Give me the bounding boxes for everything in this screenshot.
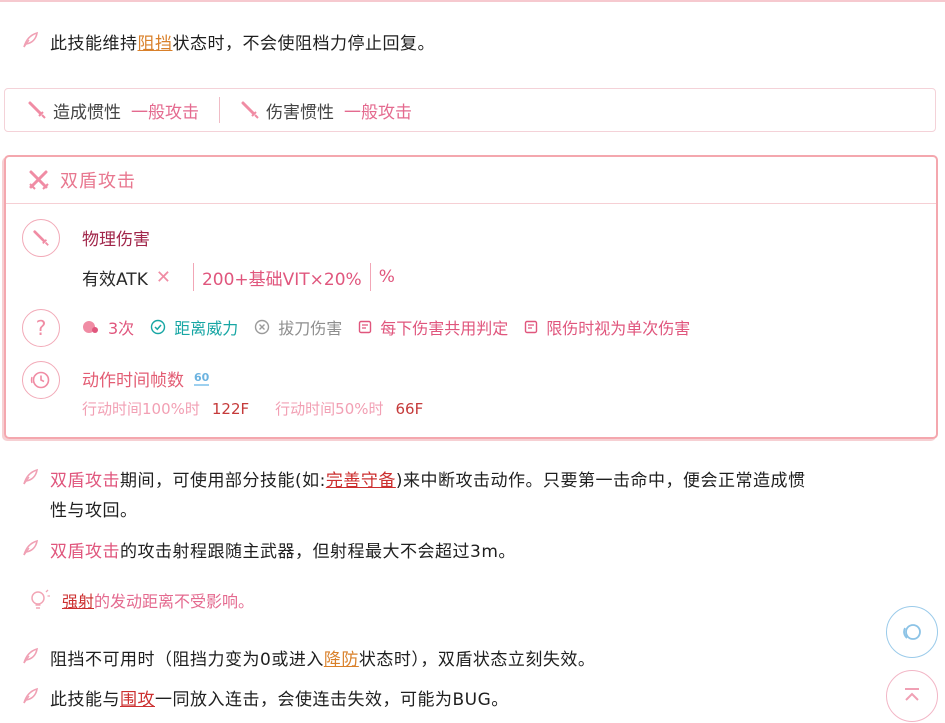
damage-inertia-value: 一般攻击 <box>344 102 412 123</box>
note-text-segment: 此技能维持 <box>50 34 138 54</box>
flag-distance-power: 距离威力 <box>150 315 238 339</box>
note-text-segment: 一同放入连击，会使连击失效，可能为BUG。 <box>155 690 509 710</box>
question-icon-circle: ? <box>22 309 60 347</box>
leaf-icon <box>23 468 38 485</box>
loop-button[interactable] <box>886 606 938 658</box>
cause-inertia-value: 一般攻击 <box>131 102 199 123</box>
divider <box>192 263 194 291</box>
flag-hits: 3次 <box>82 315 134 339</box>
atk-mark: ✕ <box>155 266 171 288</box>
link-def-down[interactable]: 降防 <box>324 650 359 670</box>
doc-icon <box>524 320 538 334</box>
note-text-segment: 性与攻回。 <box>50 501 138 521</box>
leaf-icon <box>23 647 38 664</box>
hits-count: 3次 <box>108 319 135 338</box>
skill-ref: 双盾攻击 <box>50 542 120 562</box>
crossed-swords-icon <box>29 170 49 190</box>
inertia-divider <box>219 97 220 123</box>
question-icon: ? <box>35 316 47 340</box>
note-text-segment: 期间，可使用部分技能(如: <box>120 471 326 491</box>
skill-card: 双盾攻击 物理伤害 有效ATK ✕ 200+基础VIT×20% % ? 3次 距… <box>4 155 938 439</box>
skill-ref: 双盾攻击 <box>50 471 120 491</box>
tip-text: 强射的发动距离不受影响。 <box>62 588 254 612</box>
damage-type: 物理伤害 <box>82 230 150 250</box>
doc-icon <box>358 320 372 334</box>
divider <box>369 263 371 291</box>
timer-icon-circle <box>22 361 60 399</box>
sword-icon <box>28 101 46 119</box>
sword-icon <box>33 230 49 246</box>
note-text: 阻挡不可用时（阻挡力变为0或进入降防状态时），双盾状态立刻失效。 <box>50 645 595 675</box>
frames-label-100: 行动时间100%时 <box>82 400 200 418</box>
link-perfect-guard[interactable]: 完善守备 <box>326 471 396 491</box>
atk-formula: 200+基础VIT×20% <box>201 269 362 290</box>
note-text-segment: 的攻击射程跟随主武器，但射程最大不会超过3m。 <box>120 542 516 562</box>
arrow-up-icon <box>905 688 919 701</box>
note-text: 此技能维持阻挡状态时，不会使阻档力停止回复。 <box>50 29 435 59</box>
flag-limit-single: 限伤时视为单次伤害 <box>524 315 690 339</box>
hits-icon <box>82 319 100 335</box>
note-block-interrupt: 双盾攻击期间，可使用部分技能(如:完善守备)来中断攻击动作。只要第一击命中，便会… <box>20 466 925 526</box>
link-block[interactable]: 阻挡 <box>138 34 173 54</box>
loop-icon <box>903 624 921 640</box>
frames-value-50: 66F <box>395 399 424 418</box>
fps-badge: 60 <box>194 370 210 386</box>
atk-row: 有效ATK ✕ 200+基础VIT×20% % <box>82 263 395 291</box>
damage-icon-circle <box>22 219 60 257</box>
flag-battou: 拔刀伤害 <box>254 315 342 339</box>
frames-title: 动作时间帧数 60 <box>82 366 210 391</box>
frames-label-50: 行动时间50%时 <box>275 400 384 418</box>
timer-icon <box>30 371 50 389</box>
skill-flags: 3次 距离威力 拔刀伤害 每下伤害共用判定 限伤时视为单次伤害 <box>82 315 706 339</box>
frames-row: 行动时间100%时 122F 行动时间50%时 66F <box>82 398 449 419</box>
tip-text-segment: 的发动距离不受影响。 <box>94 592 255 611</box>
distance-power-label: 距离威力 <box>174 319 239 338</box>
flag-shared-judge: 每下伤害共用判定 <box>358 315 508 339</box>
shared-judge-label: 每下伤害共用判定 <box>380 319 509 338</box>
note-block-combo-bug: 此技能与围攻一同放入连击，会使连击失效，可能为BUG。 <box>20 685 509 715</box>
frames-value-100: 122F <box>211 399 250 418</box>
note-text-segment: 阻挡不可用时（阻挡力变为0或进入 <box>50 650 324 670</box>
note-text-segment: 状态时），双盾状态立刻失效。 <box>358 650 596 670</box>
note-text: 此技能与围攻一同放入连击，会使连击失效，可能为BUG。 <box>50 685 509 715</box>
atk-percent: % <box>378 267 395 287</box>
leaf-icon <box>23 687 38 704</box>
note-block-range: 双盾攻击的攻击射程跟随主武器，但射程最大不会超过3m。 <box>20 537 516 567</box>
note-block-block-unavailable: 阻挡不可用时（阻挡力变为0或进入降防状态时），双盾状态立刻失效。 <box>20 645 595 675</box>
note-text-segment: )来中断攻击动作。只要第一击命中，便会正常造成惯 <box>395 471 806 491</box>
note-block-cost: 此技能维持阻挡状态时，不会使阻档力停止回复。 <box>20 29 435 59</box>
bulb-icon <box>31 589 50 609</box>
damage-inertia-label: 伤害惯性 <box>266 102 334 123</box>
cause-inertia: 造成惯性 一般攻击 <box>27 98 199 123</box>
damage-inertia: 伤害惯性 一般攻击 <box>240 98 412 123</box>
note-text-segment: 此技能与 <box>50 690 120 710</box>
sword-icon <box>241 101 259 119</box>
atk-label: 有效ATK <box>82 269 148 290</box>
link-strong-shot[interactable]: 强射 <box>62 592 94 611</box>
limit-single-label: 限伤时视为单次伤害 <box>546 319 691 338</box>
leaf-icon <box>23 31 38 48</box>
note-text: 双盾攻击的攻击射程跟随主武器，但射程最大不会超过3m。 <box>50 537 516 567</box>
skill-title: 双盾攻击 <box>60 171 136 192</box>
frames-title-text: 动作时间帧数 <box>82 371 184 391</box>
note-text: 双盾攻击期间，可使用部分技能(如:完善守备)来中断攻击动作。只要第一击命中，便会… <box>50 466 806 526</box>
tip-row: 强射的发动距离不受影响。 <box>28 588 254 612</box>
cause-inertia-label: 造成惯性 <box>53 102 121 123</box>
skill-header: 双盾攻击 <box>6 157 936 204</box>
back-to-top-button[interactable] <box>886 670 938 722</box>
link-siege[interactable]: 围攻 <box>120 690 155 710</box>
inertia-bar: 造成惯性 一般攻击 伤害惯性 一般攻击 <box>4 88 936 132</box>
leaf-icon <box>23 539 38 556</box>
battou-label: 拔刀伤害 <box>278 319 343 338</box>
x-circle-icon <box>254 319 270 335</box>
note-text-segment: 状态时，不会使阻档力停止回复。 <box>172 34 435 54</box>
top-divider <box>0 0 945 2</box>
check-circle-icon <box>150 319 166 335</box>
